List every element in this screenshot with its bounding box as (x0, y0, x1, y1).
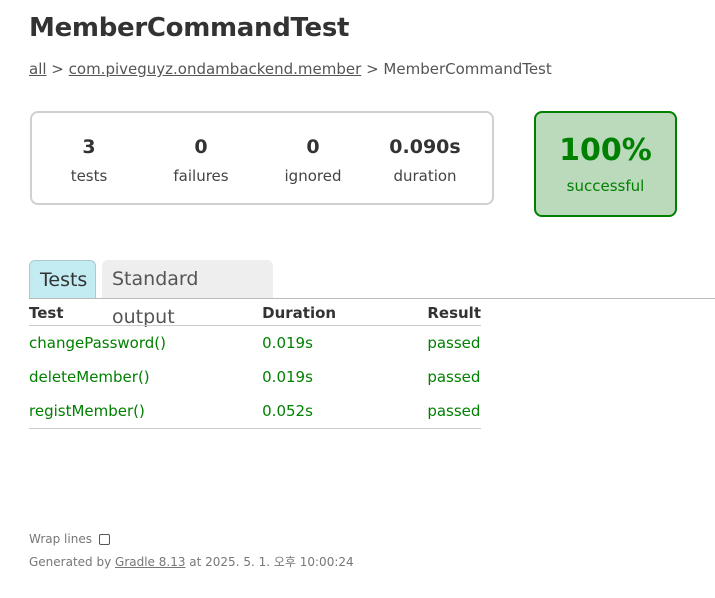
breadcrumb-current: MemberCommandTest (383, 60, 552, 78)
column-header-result: Result (427, 300, 481, 326)
failures-count: 0 (194, 136, 208, 158)
wrap-lines-control: Wrap lines (29, 532, 110, 546)
tests-label: tests (70, 167, 108, 185)
table-row: registMember() 0.052s passed (29, 394, 481, 429)
test-result: passed (427, 368, 481, 386)
generated-prefix: Generated by (29, 555, 116, 569)
breadcrumb-all-link[interactable]: all (29, 60, 47, 78)
ignored-counter: 0 ignored (257, 133, 369, 185)
wrap-lines-label: Wrap lines (29, 532, 92, 546)
test-duration: 0.019s (262, 334, 313, 352)
tab-tests[interactable]: Tests (29, 260, 96, 298)
generated-timestamp: at 2025. 5. 1. 오후 10:00:24 (185, 555, 354, 569)
tests-counter: 3 tests (33, 133, 145, 185)
tests-table: Test Duration Result changePassword() 0.… (29, 300, 481, 429)
breadcrumb-separator: > (46, 60, 69, 78)
breadcrumb-package-link[interactable]: com.piveguyz.ondambackend.member (69, 60, 362, 78)
test-result: passed (427, 334, 481, 352)
ignored-label: ignored (284, 167, 342, 185)
test-duration: 0.019s (262, 368, 313, 386)
table-row: changePassword() 0.019s passed (29, 326, 481, 361)
tab-standard-output[interactable]: Standard output (102, 260, 273, 328)
report-content: MemberCommandTest all > com.piveguyz.ond… (29, 0, 715, 598)
test-name: changePassword() (29, 334, 166, 352)
test-name: registMember() (29, 394, 263, 429)
failures-label: failures (173, 167, 229, 185)
ignored-count: 0 (306, 136, 320, 158)
duration-label: duration (393, 167, 457, 185)
generated-footer: Generated by Gradle 8.13 at 2025. 5. 1. … (29, 553, 354, 570)
column-header-duration: Duration (262, 300, 428, 326)
tab-bar: Tests Standard output (29, 260, 715, 328)
table-row: deleteMember() 0.019s passed (29, 360, 481, 394)
duration-counter: 0.090s duration (369, 133, 481, 185)
summary-box: 3 tests 0 failures 0 ignored 0.090s dura… (30, 111, 494, 205)
gradle-link[interactable]: Gradle 8.13 (115, 555, 185, 569)
breadcrumb-separator: > (361, 60, 384, 78)
test-result: passed (427, 394, 481, 429)
column-header-test: Test (29, 300, 263, 326)
duration-value: 0.090s (389, 136, 461, 158)
success-rate-box: 100% successful (534, 111, 677, 217)
failures-counter: 0 failures (145, 133, 257, 185)
test-duration: 0.052s (262, 394, 428, 429)
page-title: MemberCommandTest (29, 13, 350, 43)
tests-count: 3 (82, 136, 96, 158)
test-name: deleteMember() (29, 368, 150, 386)
wrap-lines-checkbox[interactable] (98, 533, 110, 545)
breadcrumb: all > com.piveguyz.ondambackend.member >… (29, 60, 552, 78)
table-header-row: Test Duration Result (29, 300, 481, 326)
success-label: successful (566, 177, 645, 195)
success-rate: 100% (559, 133, 652, 168)
